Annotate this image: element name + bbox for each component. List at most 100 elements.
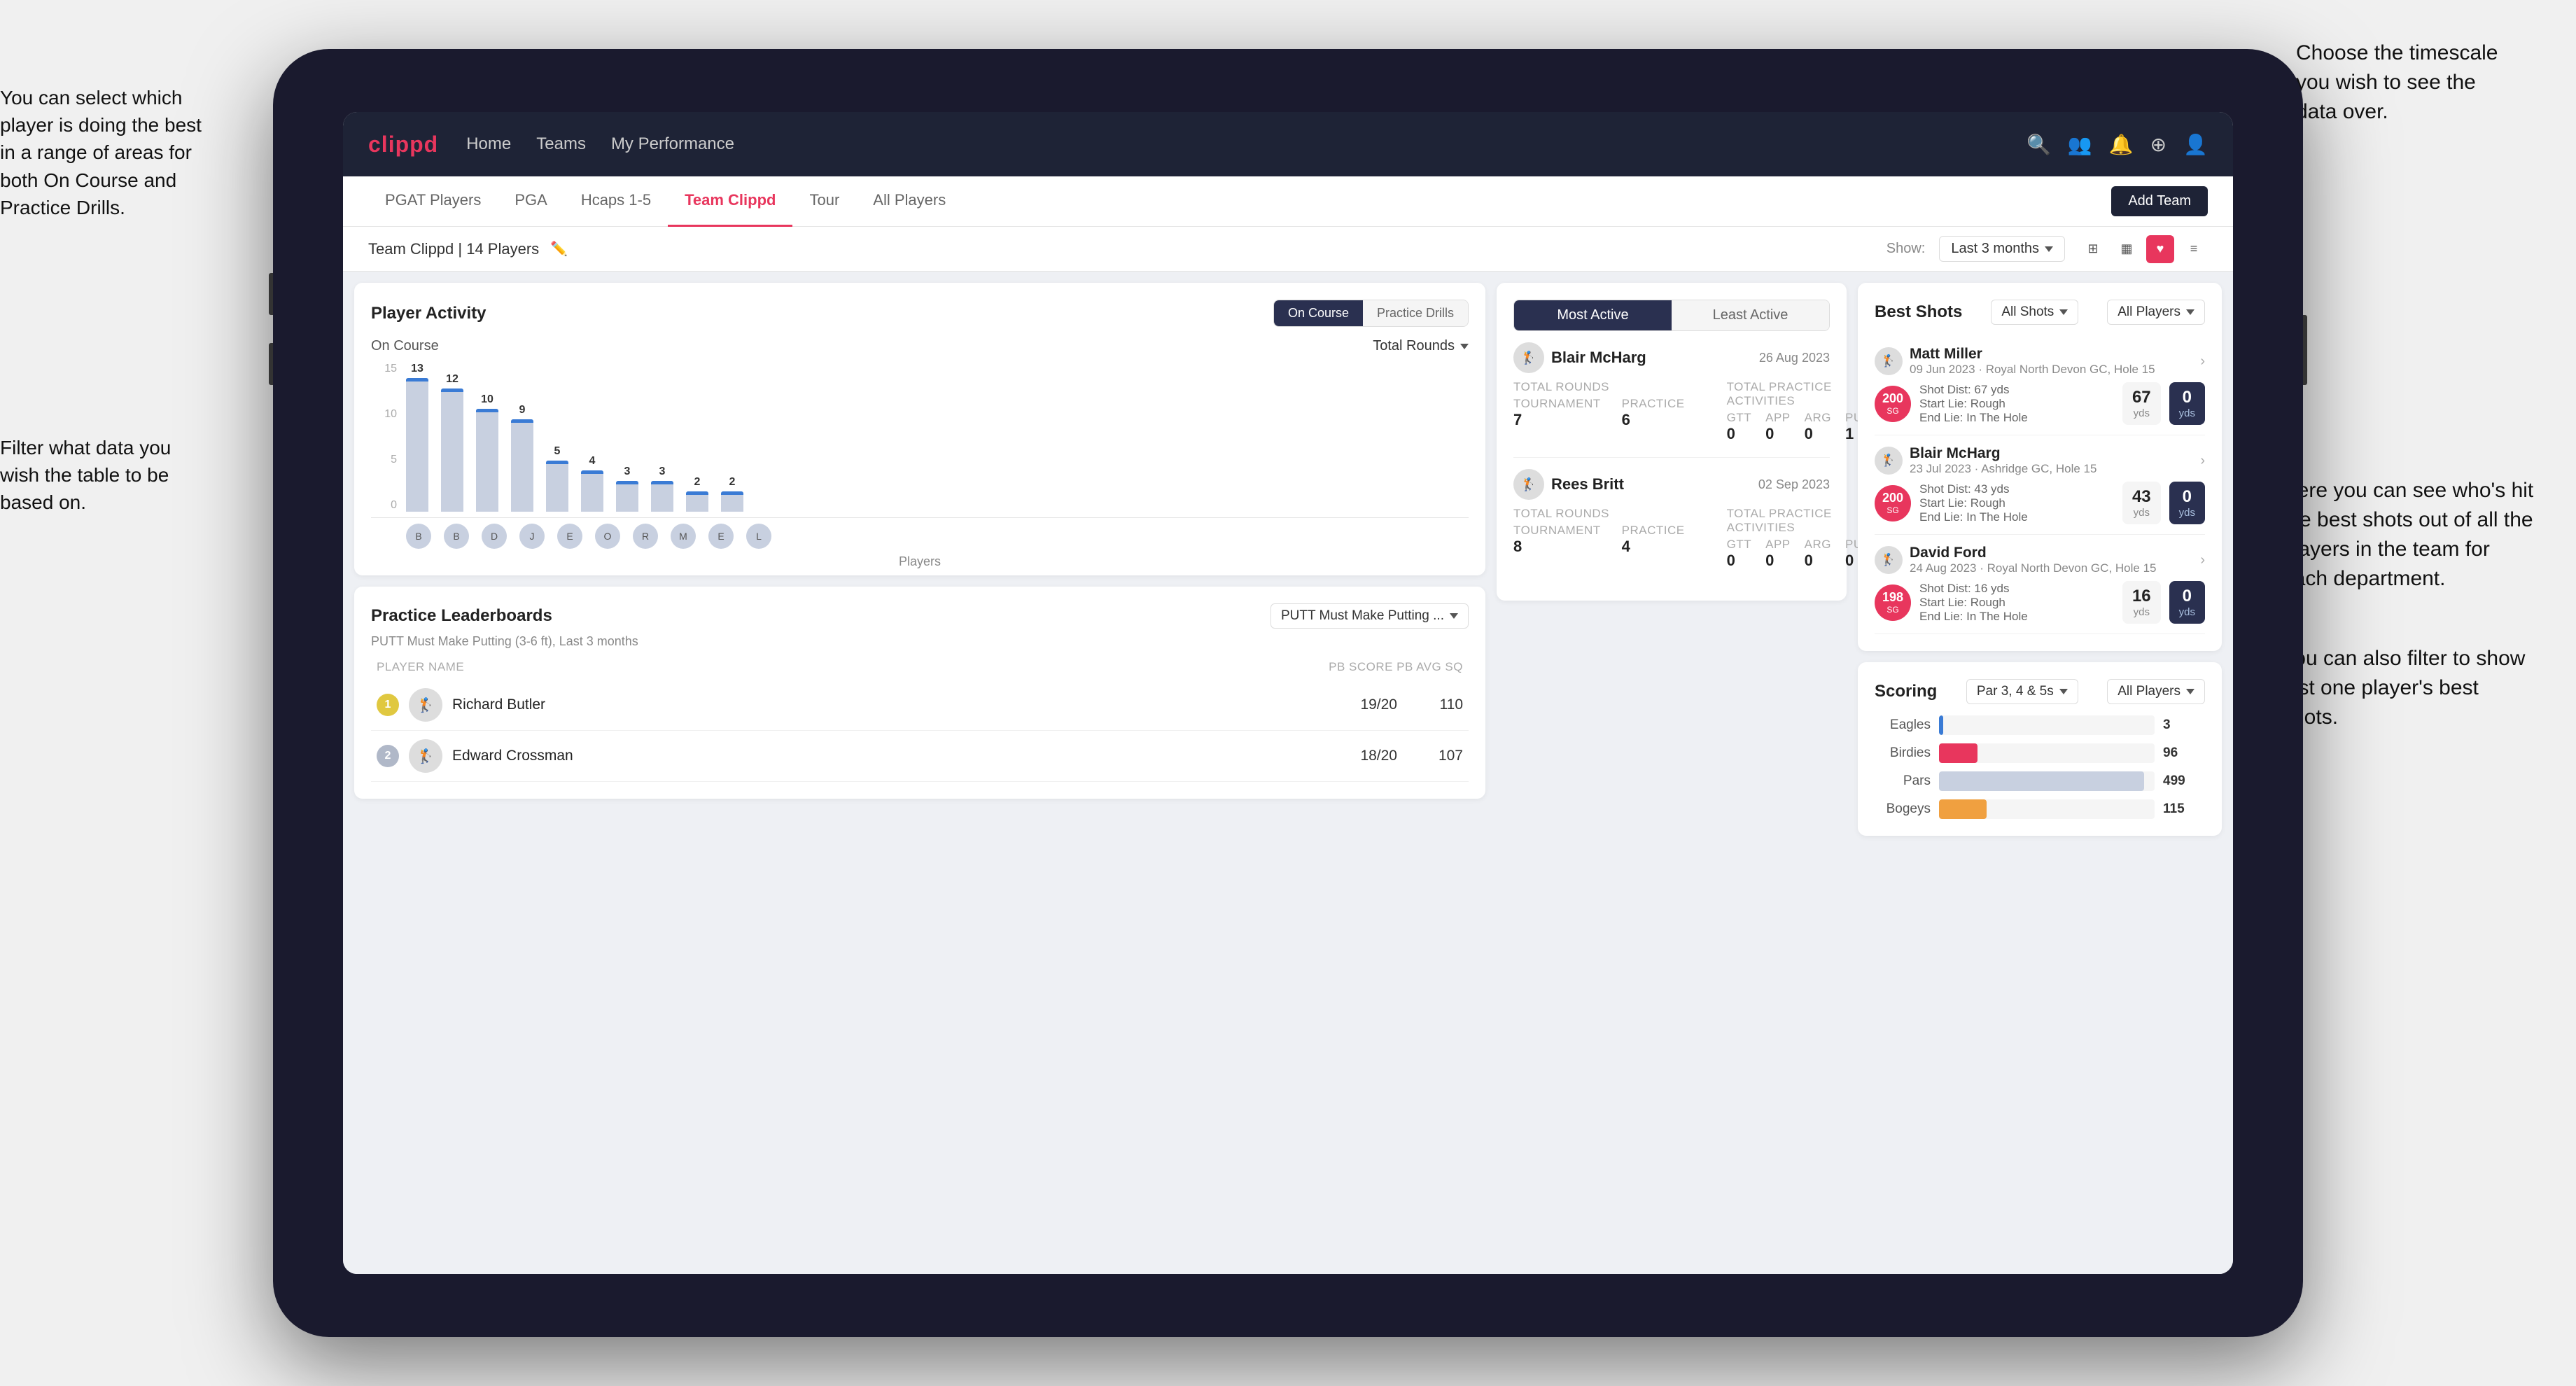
pa-app-val-1: 0	[1765, 425, 1791, 443]
shot-metrics-2: 43 yds 0 yds	[2122, 482, 2205, 524]
scoring-filter1-dropdown[interactable]: Par 3, 4 & 5s	[1966, 679, 2078, 704]
shot-player-row-2: 🏌 Blair McHarg 23 Jul 2023 · Ashridge GC…	[1875, 445, 2205, 476]
pa-name-row-1: 🏌 Blair McHarg 26 Aug 2023	[1513, 342, 1830, 373]
shot-info-1: Shot Dist: 67 yds Start Lie: Rough End L…	[1919, 383, 2114, 425]
avatar-2: D	[482, 524, 507, 549]
best-shots-title: Best Shots	[1875, 302, 1962, 322]
bar-value-4: 5	[554, 445, 561, 458]
shots-filter1-arrow	[2059, 309, 2068, 315]
nav-items: Home Teams My Performance	[466, 134, 1998, 154]
bar-8	[686, 491, 708, 512]
scoring-val-3: 115	[2163, 802, 2205, 817]
nav-my-performance[interactable]: My Performance	[611, 134, 734, 154]
tab-tour[interactable]: Tour	[792, 176, 856, 227]
pa-gtt-label-1: GTT	[1727, 411, 1752, 425]
chart-dropdown[interactable]: Total Rounds	[1373, 338, 1469, 354]
tablet-frame: clippd Home Teams My Performance 🔍 👥 🔔 ⊕…	[273, 49, 2303, 1337]
activity-tabs: Most Active Least Active	[1513, 300, 1830, 331]
view-list-btn[interactable]: ≡	[2180, 235, 2208, 263]
tab-hcaps[interactable]: Hcaps 1-5	[564, 176, 668, 227]
scoring-filter2-dropdown[interactable]: All Players	[2107, 679, 2205, 704]
pa-arg-val-1: 0	[1805, 425, 1831, 443]
shot-details-row-2: 200 SG Shot Dist: 43 yds Start Lie: Roug…	[1875, 482, 2205, 524]
pa-label-total-rounds-1: Total Rounds	[1513, 380, 1685, 394]
avatar-9: L	[746, 524, 771, 549]
bar-value-6: 3	[624, 465, 631, 478]
add-team-button[interactable]: Add Team	[2111, 186, 2208, 216]
pa-stats-2: Total Rounds Tournament 8 Practice	[1513, 507, 1830, 570]
shot-metrics-1: 67 yds 0 yds	[2122, 382, 2205, 425]
bar-value-0: 13	[411, 363, 424, 375]
pa-arg-label-1: ARG	[1805, 411, 1831, 425]
pa-val-practice-2: 4	[1622, 538, 1685, 556]
users-icon[interactable]: 👥	[2068, 133, 2092, 156]
annotation-bottom-right2: You can also filter to show just one pla…	[2282, 644, 2534, 732]
shot-metric-zero-3: 0 yds	[2169, 581, 2205, 624]
tab-pga[interactable]: PGA	[498, 176, 564, 227]
scoring-row-3: Bogeys115	[1875, 799, 2205, 819]
view-grid-btn[interactable]: ⊞	[2079, 235, 2107, 263]
bar-group-2: 10	[476, 393, 498, 512]
toggle-practice[interactable]: Practice Drills	[1363, 300, 1468, 326]
pa-stats-1: Total Rounds Tournament 7 Practice	[1513, 380, 1830, 443]
toggle-on-course[interactable]: On Course	[1274, 300, 1363, 326]
team-title: Team Clippd | 14 Players	[368, 240, 539, 258]
show-label: Show:	[1886, 241, 1926, 257]
shot-metric-dist-2: 43 yds	[2122, 482, 2161, 524]
user-icon[interactable]: 👤	[2183, 133, 2208, 156]
annotation-top-left: You can select which player is doing the…	[0, 84, 217, 221]
avatar-8: E	[708, 524, 734, 549]
annotation-bottom-right1: Here you can see who's hit the best shot…	[2282, 476, 2534, 594]
player-activity-row-2: 🏌 Rees Britt 02 Sep 2023 Total Rounds	[1513, 469, 1830, 570]
pa-stats-row-rounds-1: Total Rounds Tournament 7 Practice	[1513, 380, 1830, 443]
lb-score-2: 18/20	[1341, 748, 1397, 764]
chart-section-title: On Course	[371, 338, 439, 354]
scoring-bar-2	[1939, 771, 2144, 791]
scoring-val-0: 3	[2163, 718, 2205, 733]
player-activity-card: Player Activity On Course Practice Drill…	[354, 283, 1485, 575]
bar-group-6: 3	[616, 465, 638, 512]
nav-teams[interactable]: Teams	[536, 134, 586, 154]
x-axis-label: Players	[371, 554, 1469, 569]
shot-chevron-2[interactable]: ›	[2200, 453, 2205, 469]
shot-info-2: Shot Dist: 43 yds Start Lie: Rough End L…	[1919, 482, 2114, 524]
plus-icon[interactable]: ⊕	[2150, 133, 2166, 156]
activity-card-header: Player Activity On Course Practice Drill…	[371, 300, 1469, 327]
leaderboard-subtitle: PUTT Must Make Putting (3-6 ft), Last 3 …	[371, 634, 1469, 649]
shot-chevron-3[interactable]: ›	[2200, 552, 2205, 568]
bar-1	[441, 388, 463, 512]
view-cards-btn[interactable]: ▦	[2113, 235, 2141, 263]
tab-pgat-players[interactable]: PGAT Players	[368, 176, 498, 227]
y-label-10: 10	[384, 408, 397, 421]
view-heart-btn[interactable]: ♥	[2146, 235, 2174, 263]
shot-chevron-1[interactable]: ›	[2200, 354, 2205, 370]
tab-least-active[interactable]: Least Active	[1672, 300, 1829, 330]
leaderboard-title: Practice Leaderboards	[371, 606, 552, 626]
avatar-0: B	[406, 524, 431, 549]
right-panel: Best Shots All Shots All Players	[1858, 283, 2222, 1263]
scoring-row-2: Pars499	[1875, 771, 2205, 791]
chart-dropdown-label: Total Rounds	[1373, 338, 1455, 354]
bell-icon[interactable]: 🔔	[2109, 133, 2134, 156]
tab-all-players[interactable]: All Players	[856, 176, 962, 227]
pa-date-1: 26 Aug 2023	[1759, 351, 1830, 365]
bar-group-0: 13	[406, 363, 428, 512]
shots-filter-dropdown[interactable]: All Shots	[1991, 300, 2078, 325]
scoring-row-1: Birdies96	[1875, 743, 2205, 763]
tab-most-active[interactable]: Most Active	[1514, 300, 1672, 330]
shot-player-row-3: 🏌 David Ford 24 Aug 2023 · Royal North D…	[1875, 545, 2205, 575]
tab-team-clippd[interactable]: Team Clippd	[668, 176, 792, 227]
bar-value-8: 2	[694, 476, 701, 489]
bar-group-3: 9	[511, 404, 533, 512]
bar-value-9: 2	[729, 476, 736, 489]
search-icon[interactable]: 🔍	[2026, 133, 2051, 156]
timescale-selector[interactable]: Last 3 months	[1939, 236, 2065, 262]
shots-players-dropdown[interactable]: All Players	[2107, 300, 2205, 325]
shot-player-detail-2: 23 Jul 2023 · Ashridge GC, Hole 15	[1910, 462, 2193, 476]
nav-home[interactable]: Home	[466, 134, 511, 154]
lb-score-1: 19/20	[1341, 696, 1397, 713]
scoring-row-0: Eagles3	[1875, 715, 2205, 735]
shot-details-row-3: 198 SG Shot Dist: 16 yds Start Lie: Roug…	[1875, 581, 2205, 624]
edit-icon[interactable]: ✏️	[550, 240, 568, 258]
leaderboard-dropdown[interactable]: PUTT Must Make Putting ...	[1270, 603, 1469, 629]
